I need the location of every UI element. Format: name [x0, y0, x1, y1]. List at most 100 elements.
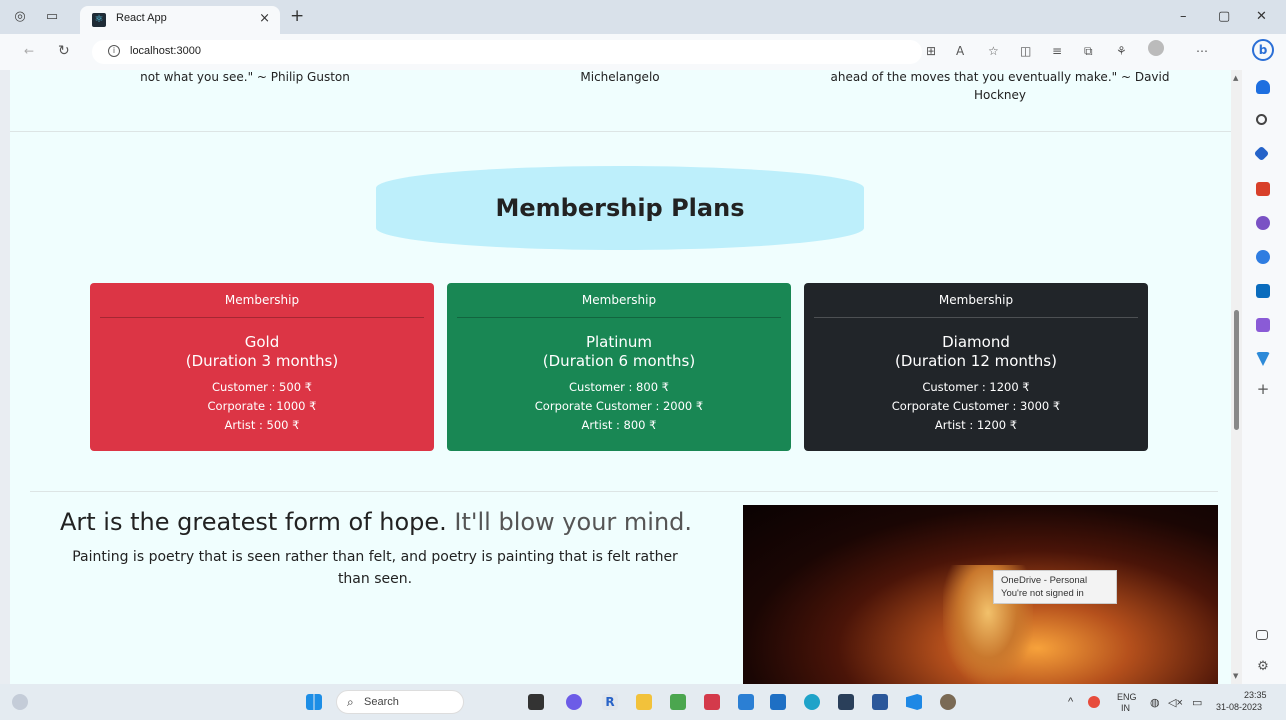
section-divider: [10, 131, 1231, 132]
profile-avatar[interactable]: [1148, 40, 1164, 56]
plan-name: Diamond: [942, 333, 1010, 351]
membership-title: Membership Plans: [495, 194, 745, 222]
battery-icon[interactable]: ▭: [1192, 696, 1202, 709]
search-label: Search: [364, 696, 399, 708]
art-paragraph: Painting is poetry that is seen rather t…: [72, 549, 678, 587]
section-divider: [30, 491, 1218, 492]
volume-icon[interactable]: ◁×: [1168, 696, 1183, 709]
membership-card-platinum: Membership Platinum (Duration 6 months) …: [447, 283, 791, 451]
site-info-icon[interactable]: i: [108, 45, 120, 57]
price-artist: Artist : 1200 ₹: [934, 418, 1018, 432]
terminal-icon[interactable]: [838, 694, 854, 710]
notifications-icon[interactable]: [1256, 80, 1270, 94]
back-icon[interactable]: ←: [24, 44, 34, 58]
card-divider: [100, 317, 424, 318]
favorites-icon[interactable]: ≡: [1052, 44, 1062, 58]
search-icon[interactable]: [1256, 114, 1267, 125]
address-bar[interactable]: i localhost:3000: [92, 40, 922, 64]
word-icon[interactable]: [872, 694, 888, 710]
search-icon: ⌕: [347, 695, 354, 709]
tab-react-app[interactable]: ⚛ React App ×: [80, 6, 280, 34]
extensions-icon[interactable]: ⚘: [1116, 44, 1127, 58]
clock-time[interactable]: 23:35: [1244, 690, 1267, 700]
lang-top[interactable]: ENG: [1117, 692, 1137, 702]
refresh-icon[interactable]: ↻: [58, 43, 70, 59]
card-header: Membership: [224, 293, 300, 307]
maximize-button[interactable]: ▢: [1218, 9, 1230, 24]
close-window-button[interactable]: ✕: [1256, 9, 1267, 24]
vscode-icon[interactable]: [906, 694, 922, 710]
membership-card-diamond: Membership Diamond (Duration 12 months) …: [804, 283, 1148, 451]
drop-icon[interactable]: [1256, 352, 1270, 366]
taskbar-search[interactable]: ⌕ Search: [336, 690, 464, 714]
r-app-icon[interactable]: R: [602, 694, 618, 710]
scrollbar-thumb[interactable]: [1234, 310, 1239, 430]
card-header: Membership: [938, 293, 1014, 307]
store-icon[interactable]: [770, 694, 786, 710]
collections-icon[interactable]: ⧉: [1084, 44, 1093, 59]
plan-duration: (Duration 12 months): [895, 352, 1057, 370]
krishna-flute-image: [743, 505, 1218, 684]
sidebar-toggle-icon[interactable]: [1256, 630, 1268, 640]
tools-icon[interactable]: [1256, 182, 1270, 196]
plan-duration: (Duration 3 months): [185, 352, 339, 370]
designer-icon[interactable]: [1256, 318, 1270, 332]
settings-gear-icon[interactable]: ⚙: [1256, 660, 1270, 674]
windows-start-icon[interactable]: [306, 694, 322, 710]
tab-title: React App: [116, 12, 167, 24]
clock-date[interactable]: 31-08-2023: [1216, 702, 1262, 712]
browser-title-bar: ◎ ▭ ⚛ React App × + – ▢ ✕: [0, 0, 1286, 34]
mcafee-icon[interactable]: [704, 694, 720, 710]
app-available-icon[interactable]: ⊞: [926, 44, 936, 58]
tab-actions-icon[interactable]: ▭: [44, 9, 60, 25]
page-scrollbar[interactable]: ▲ ▼: [1231, 70, 1242, 684]
price-customer: Customer : 1200 ₹: [922, 380, 1030, 394]
people-icon[interactable]: [1256, 216, 1270, 230]
widgets-icon[interactable]: [12, 694, 28, 710]
new-tab-button[interactable]: +: [290, 6, 304, 26]
lang-bottom[interactable]: IN: [1121, 703, 1130, 713]
read-aloud-icon[interactable]: A: [956, 44, 964, 58]
price-corporate: Corporate Customer : 3000 ₹: [891, 399, 1061, 413]
l-app-icon[interactable]: [738, 694, 754, 710]
green-app-icon[interactable]: [670, 694, 686, 710]
workspaces-icon[interactable]: ◎: [12, 9, 28, 25]
plan-name: Platinum: [585, 333, 653, 351]
more-menu-icon[interactable]: ⋯: [1196, 44, 1208, 58]
card-divider: [457, 317, 781, 318]
chrome-icon[interactable]: [940, 694, 956, 710]
chat-icon[interactable]: [566, 694, 582, 710]
quote-michelangelo: Michelangelo: [580, 70, 660, 84]
onedrive-tooltip: OneDrive - Personal You're not signed in: [993, 570, 1117, 604]
task-view-icon[interactable]: [528, 694, 544, 710]
onedrive-line2: You're not signed in: [1001, 588, 1084, 599]
outlook-icon[interactable]: [1256, 284, 1270, 298]
price-corporate: Corporate Customer : 2000 ₹: [534, 399, 704, 413]
scroll-up-icon[interactable]: ▲: [1233, 74, 1238, 82]
price-artist: Artist : 500 ₹: [224, 418, 300, 432]
address-toolbar: ← ↻ i localhost:3000 ⊞ A ☆ ◫ ≡ ⧉ ⚘ ⋯ b: [0, 34, 1286, 70]
shopping-tag-icon[interactable]: [1253, 145, 1270, 162]
tray-app-icon[interactable]: [1088, 696, 1100, 708]
split-screen-icon[interactable]: ◫: [1020, 44, 1031, 58]
card-divider: [814, 317, 1138, 318]
tray-chevron-icon[interactable]: ^: [1068, 696, 1073, 708]
quote-hockney-line1: ahead of the moves that you eventually m…: [830, 70, 1170, 84]
membership-card-gold: Membership Gold (Duration 3 months) Cust…: [90, 283, 434, 451]
minimize-button[interactable]: –: [1180, 9, 1187, 24]
art-heading-sub: It'll blow your mind.: [454, 508, 693, 536]
edge-sidebar: + ⚙: [1242, 70, 1286, 684]
favorite-star-icon[interactable]: ☆: [988, 44, 999, 58]
edge-icon[interactable]: [804, 694, 820, 710]
file-explorer-icon[interactable]: [636, 694, 652, 710]
plan-duration: (Duration 6 months): [542, 352, 696, 370]
price-corporate: Corporate : 1000 ₹: [207, 399, 317, 413]
close-tab-icon[interactable]: ×: [259, 11, 270, 26]
office-icon[interactable]: [1256, 250, 1270, 264]
url-text: localhost:3000: [130, 45, 201, 57]
scroll-down-icon[interactable]: ▼: [1233, 672, 1238, 680]
windows-taskbar: ⌕ Search R ^ ENG IN ◍ ◁× ▭ 23:35 31-08-2…: [0, 684, 1286, 720]
bing-copilot-icon[interactable]: b: [1252, 39, 1274, 61]
network-icon[interactable]: ◍: [1150, 696, 1160, 709]
add-icon[interactable]: +: [1256, 382, 1270, 397]
